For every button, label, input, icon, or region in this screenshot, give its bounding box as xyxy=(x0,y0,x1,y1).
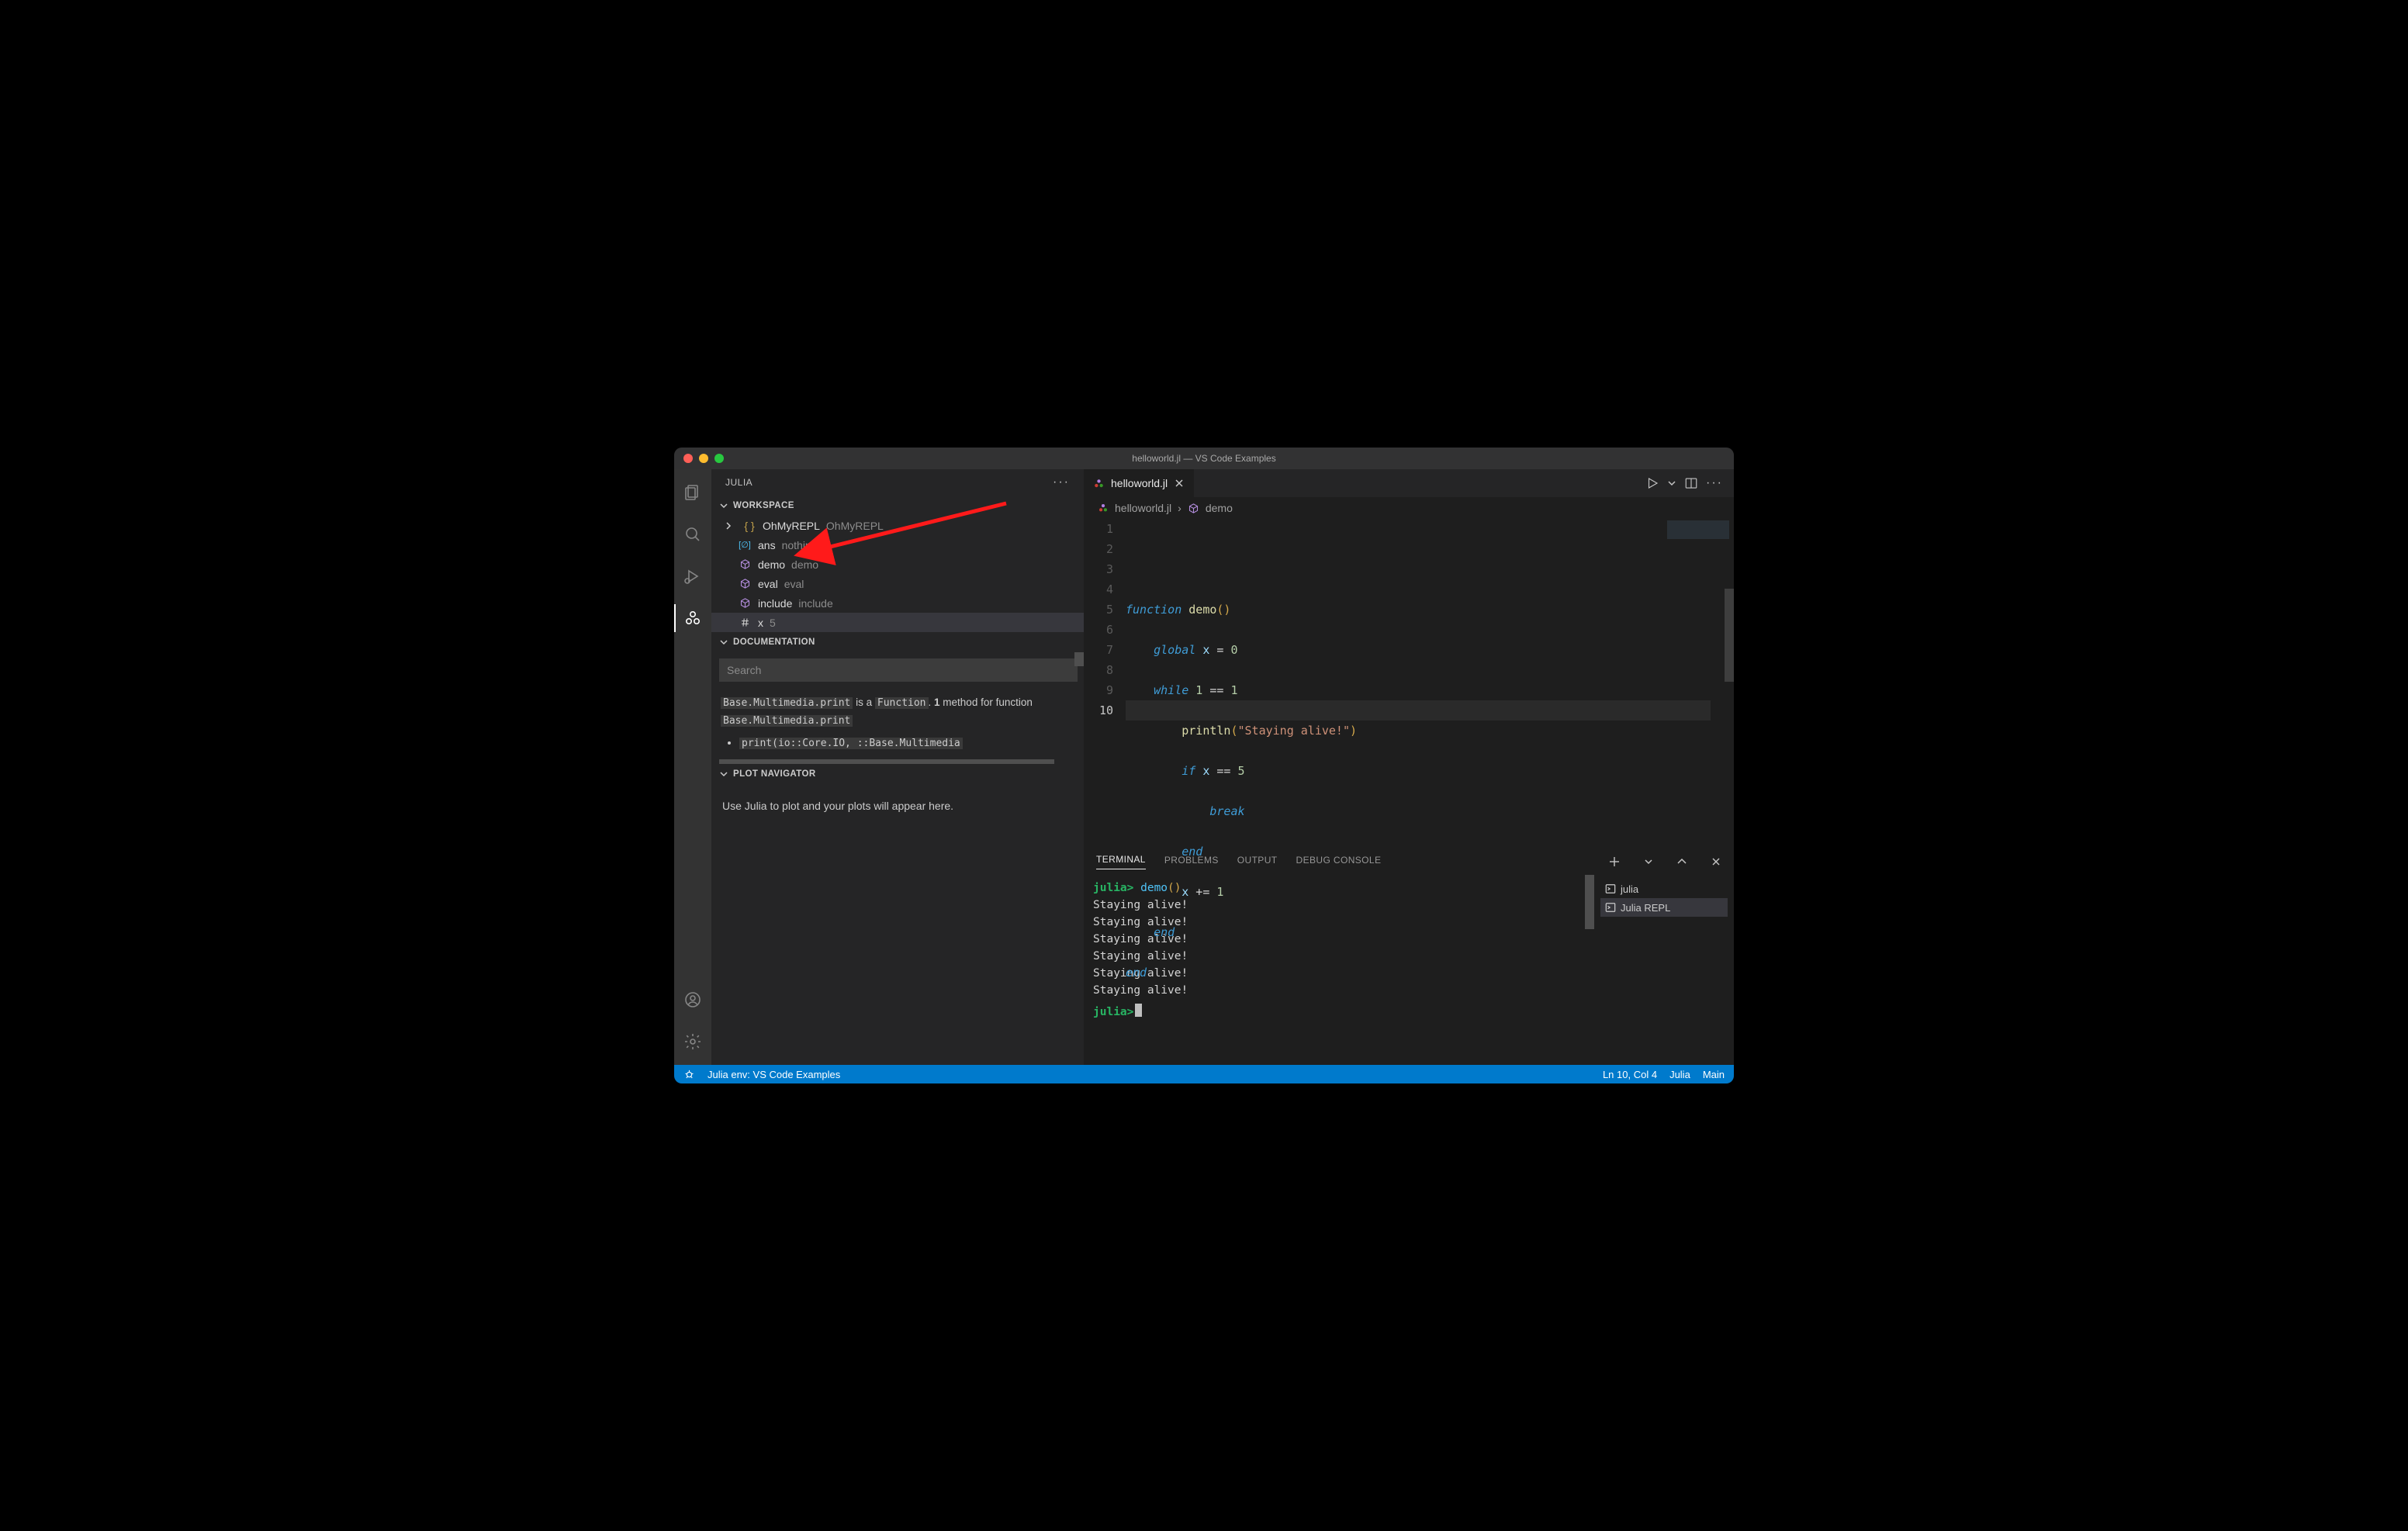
tree-row-demo[interactable]: demo demo xyxy=(711,555,1084,574)
run-debug-icon[interactable] xyxy=(674,559,711,593)
tab-label: helloworld.jl xyxy=(1111,477,1168,489)
section-plot-header[interactable]: PLOT NAVIGATOR xyxy=(711,764,1084,784)
section-documentation-header[interactable]: DOCUMENTATION xyxy=(711,632,1084,652)
tree-row-ans[interactable]: [∅] ans nothing xyxy=(711,535,1084,555)
status-julia-env[interactable]: Julia env: VS Code Examples xyxy=(708,1069,840,1080)
tree-item-label: demo xyxy=(758,558,785,571)
documentation-method: print(io::Core.IO, ::Base.Multimedia xyxy=(739,738,963,749)
settings-gear-icon[interactable] xyxy=(674,1025,711,1059)
accounts-icon[interactable] xyxy=(674,983,711,1017)
split-editor-icon[interactable] xyxy=(1684,476,1698,490)
section-documentation-label: DOCUMENTATION xyxy=(733,638,815,647)
tree-item-label: eval xyxy=(758,578,778,590)
sidebar-title: JULIA xyxy=(725,477,752,488)
cube-icon xyxy=(1188,503,1199,514)
section-plot-label: PLOT NAVIGATOR xyxy=(733,769,816,779)
editor-tab-bar: helloworld.jl ··· xyxy=(1084,469,1734,497)
tree-row-x[interactable]: x 5 xyxy=(711,613,1084,632)
tree-item-value: nothing xyxy=(782,539,818,551)
window-minimize-button[interactable] xyxy=(699,454,708,463)
documentation-search-input[interactable] xyxy=(719,658,1078,682)
more-icon[interactable]: ··· xyxy=(1706,476,1723,490)
breadcrumb-file[interactable]: helloworld.jl xyxy=(1115,502,1171,514)
documentation-codeword: Base.Multimedia.print xyxy=(721,715,853,727)
status-debug-icon[interactable] xyxy=(683,1069,695,1080)
activity-bar xyxy=(674,469,711,1065)
window-title: helloworld.jl — VS Code Examples xyxy=(1132,453,1275,464)
hash-icon xyxy=(738,617,752,628)
tree-row-include[interactable]: include include xyxy=(711,593,1084,613)
tree-item-label: include xyxy=(758,597,792,610)
documentation-codeword: Function xyxy=(875,697,929,709)
tree-row-ohmyrepl[interactable]: { } OhMyREPL OhMyREPL xyxy=(711,516,1084,535)
minimap[interactable] xyxy=(1667,520,1729,567)
julia-panel-icon[interactable] xyxy=(674,601,711,635)
chevron-down-icon xyxy=(719,501,728,510)
tab-helloworld[interactable]: helloworld.jl xyxy=(1084,469,1194,497)
chevron-down-icon xyxy=(719,769,728,779)
cube-icon xyxy=(738,597,752,609)
tree-item-value: 5 xyxy=(770,617,776,629)
chevron-down-icon[interactable] xyxy=(1667,479,1676,488)
tree-item-label: x xyxy=(758,617,763,629)
workspace-tree: { } OhMyREPL OhMyREPL [∅] ans nothing de… xyxy=(711,516,1084,632)
explorer-icon[interactable] xyxy=(674,475,711,510)
code-editor[interactable]: 12345678910 function demo() global x = 0… xyxy=(1084,519,1734,848)
cube-icon xyxy=(738,558,752,570)
const-icon: [∅] xyxy=(738,540,752,550)
sidebar-more-icon[interactable]: ··· xyxy=(1053,475,1070,489)
close-icon[interactable] xyxy=(1174,478,1185,489)
editor-gutter: 12345678910 xyxy=(1084,519,1126,848)
documentation-codeword: Base.Multimedia.print xyxy=(721,697,853,709)
side-bar: JULIA ··· WORKSPACE { } OhMyREPL OhMyREP… xyxy=(711,469,1084,1065)
cube-icon xyxy=(738,578,752,589)
section-workspace-label: WORKSPACE xyxy=(733,501,794,510)
tree-item-value: OhMyREPL xyxy=(826,520,884,532)
breadcrumb-symbol[interactable]: demo xyxy=(1206,502,1233,514)
chevron-right-icon xyxy=(724,522,733,530)
plot-navigator-body: Use Julia to plot and your plots will ap… xyxy=(711,784,1084,828)
documentation-body: Base.Multimedia.print is a Function. 1 m… xyxy=(711,689,1084,759)
run-icon[interactable] xyxy=(1645,476,1659,490)
section-workspace-header[interactable]: WORKSPACE xyxy=(711,496,1084,516)
tree-row-eval[interactable]: eval eval xyxy=(711,574,1084,593)
chevron-right-icon: › xyxy=(1178,502,1182,514)
tree-item-label: ans xyxy=(758,539,776,551)
window-close-button[interactable] xyxy=(683,454,693,463)
tree-item-value: demo xyxy=(791,558,818,571)
julia-file-icon xyxy=(1098,503,1109,513)
window-maximize-button[interactable] xyxy=(714,454,724,463)
braces-icon: { } xyxy=(742,520,756,532)
search-icon[interactable] xyxy=(674,517,711,551)
breadcrumb[interactable]: helloworld.jl › demo xyxy=(1084,497,1734,519)
tree-item-value: eval xyxy=(784,578,804,590)
editor-area: helloworld.jl ··· helloworld.jl › demo xyxy=(1084,469,1734,1065)
tree-item-value: include xyxy=(798,597,832,610)
title-bar: helloworld.jl — VS Code Examples xyxy=(674,448,1734,469)
julia-file-icon xyxy=(1093,478,1105,489)
tree-item-label: OhMyREPL xyxy=(763,520,820,532)
scrollbar-thumb[interactable] xyxy=(1074,652,1084,666)
chevron-down-icon xyxy=(719,638,728,647)
